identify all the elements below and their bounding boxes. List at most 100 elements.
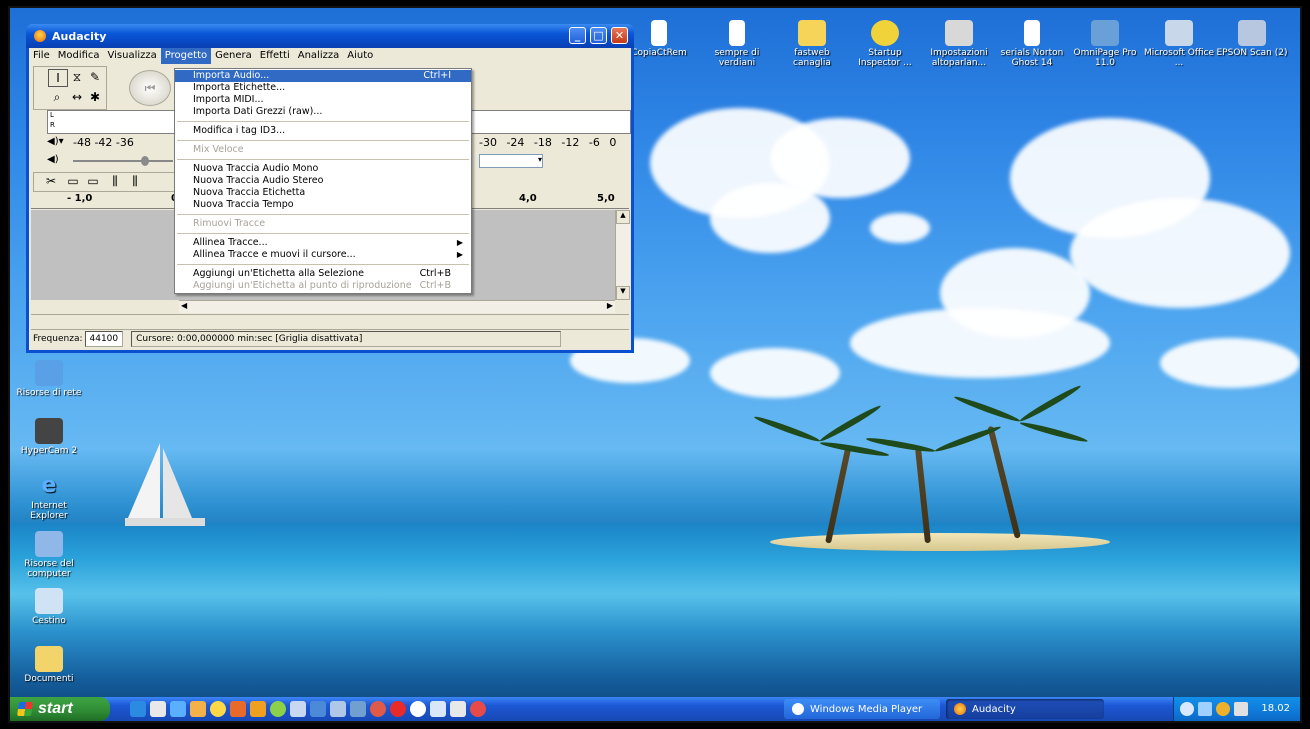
speaker-tray-icon[interactable]: [1234, 702, 1248, 716]
desktop-icon[interactable]: EPSON Scan (2): [1215, 20, 1289, 58]
scroll-up-icon[interactable]: ▲: [616, 210, 630, 224]
quicklaunch-icon[interactable]: [250, 701, 266, 717]
device-select[interactable]: ▾: [479, 154, 543, 168]
desktop-icon[interactable]: Risorse di rete: [12, 360, 86, 398]
quicklaunch-icon[interactable]: [230, 701, 246, 717]
quicklaunch-icon[interactable]: [350, 701, 366, 717]
omnipage-icon: [1091, 20, 1119, 46]
ruler-label: 4,0: [519, 193, 537, 204]
taskbar-button-audacity[interactable]: Audacity: [946, 699, 1104, 719]
close-button[interactable]: ✕: [611, 27, 628, 44]
taskbar-button-windows-media-player[interactable]: Windows Media Player: [784, 699, 940, 719]
ie-quicklaunch-icon[interactable]: [130, 701, 146, 717]
menu-item-label: Allinea Tracce...: [193, 237, 268, 248]
desktop-icon[interactable]: Cestino: [12, 588, 86, 626]
menu-item[interactable]: Importa Etichette...: [175, 82, 471, 94]
scroll-left-icon[interactable]: ◀: [181, 301, 187, 310]
menu-genera[interactable]: Genera: [211, 48, 256, 64]
menu-item[interactable]: Importa Audio... Ctrl+I: [175, 70, 471, 82]
vertical-scrollbar[interactable]: ▲ ▼: [615, 210, 630, 300]
desktop-icon[interactable]: OmniPage Pro 11.0: [1068, 20, 1142, 68]
quicklaunch-icon[interactable]: [190, 701, 206, 717]
menu-item[interactable]: Nuova Traccia Etichetta: [175, 187, 471, 199]
cut-icon[interactable]: ✂: [42, 173, 60, 189]
menu-item[interactable]: Nuova Traccia Tempo: [175, 199, 471, 211]
menu-item[interactable]: Aggiungi un'Etichetta alla Selezione Ctrl…: [175, 268, 471, 280]
sea: [10, 523, 1300, 721]
selection-tool-icon[interactable]: I: [48, 69, 68, 87]
quicklaunch-icon[interactable]: [370, 701, 386, 717]
menu-effetti[interactable]: Effetti: [256, 48, 294, 64]
slider-thumb[interactable]: [141, 156, 149, 166]
envelope-tool-icon[interactable]: ⧖: [68, 69, 86, 85]
submenu-arrow-icon: ▶: [456, 238, 463, 247]
desktop-icon-label: HyperCam 2: [20, 446, 78, 456]
playback-volume-slider[interactable]: [73, 156, 173, 166]
quicklaunch-icon[interactable]: [290, 701, 306, 717]
paste-icon[interactable]: ▭: [84, 173, 102, 189]
quicklaunch-icon[interactable]: [170, 701, 186, 717]
quicklaunch-icon[interactable]: [470, 701, 486, 717]
menu-progetto[interactable]: Progetto: [160, 48, 212, 64]
menu-item[interactable]: Allinea Tracce... ▶: [175, 237, 471, 249]
desktop-icon[interactable]: Documenti: [12, 646, 86, 684]
menu-analizza[interactable]: Analizza: [294, 48, 344, 64]
start-button[interactable]: start: [10, 697, 110, 721]
menu-item[interactable]: Importa MIDI...: [175, 94, 471, 106]
security-tray-icon[interactable]: [1216, 702, 1230, 716]
quicklaunch-icon[interactable]: [210, 701, 226, 717]
menu-file[interactable]: File: [29, 48, 54, 64]
quicklaunch-icon[interactable]: [310, 701, 326, 717]
draw-tool-icon[interactable]: ✎: [86, 69, 104, 85]
desktop-icon[interactable]: sempre di verdiani: [700, 20, 774, 68]
menu-item-shortcut: Ctrl+B: [419, 268, 451, 279]
menu-item[interactable]: Importa Dati Grezzi (raw)...: [175, 106, 471, 118]
timeshift-tool-icon[interactable]: ↔: [68, 89, 86, 105]
cloud: [870, 213, 930, 243]
desktop-icon-label: Risorse di rete: [16, 388, 82, 398]
copy-icon[interactable]: ▭: [64, 173, 82, 189]
menu-item[interactable]: Allinea Tracce e muovi il cursore... ▶: [175, 249, 471, 261]
desktop-icon[interactable]: HyperCam 2: [12, 418, 86, 456]
desktop-icon[interactable]: Microsoft Office ...: [1142, 20, 1216, 68]
desktop-icon[interactable]: e Internet Explorer: [12, 473, 86, 522]
submenu-arrow-icon: ▶: [456, 250, 463, 259]
meter-label: L: [50, 111, 54, 119]
desktop-icon-label: Impostazioni altoparlan...: [930, 48, 988, 68]
maximize-button[interactable]: □: [590, 27, 607, 44]
desktop-icon[interactable]: serials Norton Ghost 14: [995, 20, 1069, 68]
zoom-tool-icon[interactable]: ⌕: [48, 89, 66, 105]
trim-icon[interactable]: ⫼: [106, 173, 124, 189]
quicklaunch-icon[interactable]: [390, 701, 406, 717]
cloud: [710, 183, 830, 253]
menu-modifica[interactable]: Modifica: [54, 48, 104, 64]
quicklaunch-icon[interactable]: [430, 701, 446, 717]
horizontal-scrollbar[interactable]: ◀ ▶: [179, 300, 615, 313]
desktop-icon[interactable]: fastweb canaglia: [775, 20, 849, 68]
minimize-button[interactable]: _: [569, 27, 586, 44]
menu-item-label: Nuova Traccia Tempo: [193, 199, 294, 210]
silence-icon[interactable]: ⫼: [126, 173, 144, 189]
multi-tool-icon[interactable]: ✱: [86, 89, 104, 105]
frequency-value[interactable]: 44100: [84, 331, 124, 347]
desktop-quicklaunch-icon[interactable]: [150, 701, 166, 717]
menu-visualizza[interactable]: Visualizza: [104, 48, 161, 64]
network-tray-icon[interactable]: [1198, 702, 1212, 716]
quicklaunch-icon[interactable]: [450, 701, 466, 717]
desktop-icon[interactable]: Startup Inspector ...: [848, 20, 922, 68]
quicklaunch-icon[interactable]: [330, 701, 346, 717]
scroll-down-icon[interactable]: ▼: [616, 286, 630, 300]
tray-arrow-icon[interactable]: [1180, 702, 1194, 716]
menu-aiuto[interactable]: Aiuto: [343, 48, 377, 64]
menu-item[interactable]: Nuova Traccia Audio Stereo: [175, 175, 471, 187]
desktop-icon[interactable]: Risorse del computer: [12, 531, 86, 579]
quicklaunch-icon[interactable]: [410, 701, 426, 717]
menu-item[interactable]: Modifica i tag ID3...: [175, 125, 471, 137]
desktop-icon[interactable]: Impostazioni altoparlan...: [922, 20, 996, 68]
menu-item[interactable]: Nuova Traccia Audio Mono: [175, 163, 471, 175]
quicklaunch-icon[interactable]: [270, 701, 286, 717]
scroll-right-icon[interactable]: ▶: [607, 301, 613, 310]
rewind-button[interactable]: ⏮: [129, 70, 171, 106]
office-shortcut-icon: [1165, 20, 1193, 46]
title-bar[interactable]: Audacity _ □ ✕: [26, 24, 634, 48]
